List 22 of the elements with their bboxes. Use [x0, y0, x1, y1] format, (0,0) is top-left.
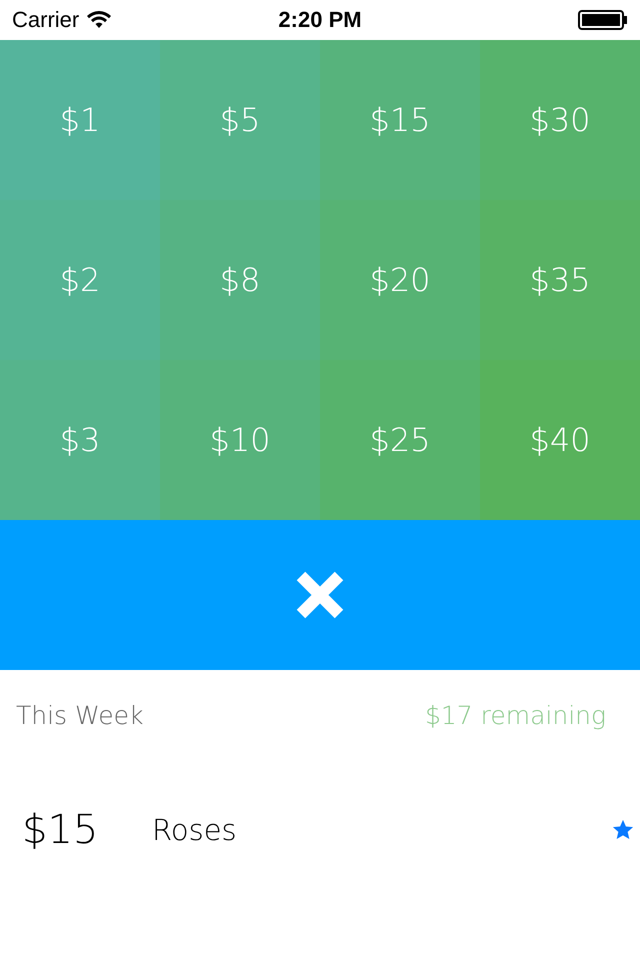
- amount-button[interactable]: $20: [320, 200, 480, 360]
- amount-button[interactable]: $30: [480, 40, 640, 200]
- entry-name: Roses: [152, 813, 238, 847]
- amount-button[interactable]: $8: [160, 200, 320, 360]
- amount-button[interactable]: $40: [480, 360, 640, 520]
- close-button[interactable]: [0, 520, 640, 670]
- wifi-icon: [87, 11, 112, 29]
- clock-time: 2:20 PM: [278, 7, 362, 33]
- battery-icon: [578, 10, 628, 30]
- amount-button[interactable]: $5: [160, 40, 320, 200]
- amount-button[interactable]: $25: [320, 360, 480, 520]
- close-icon: [295, 570, 345, 620]
- amount-button[interactable]: $35: [480, 200, 640, 360]
- amount-button[interactable]: $10: [160, 360, 320, 520]
- amount-button[interactable]: $3: [0, 360, 160, 520]
- amount-button[interactable]: $1: [0, 40, 160, 200]
- remaining-amount: $17 remaining: [424, 700, 606, 730]
- amount-button[interactable]: $15: [320, 40, 480, 200]
- entry-amount: $15: [22, 807, 100, 853]
- carrier-name: Carrier: [12, 7, 80, 33]
- amount-button[interactable]: $2: [0, 200, 160, 360]
- period-label: This Week: [16, 700, 144, 730]
